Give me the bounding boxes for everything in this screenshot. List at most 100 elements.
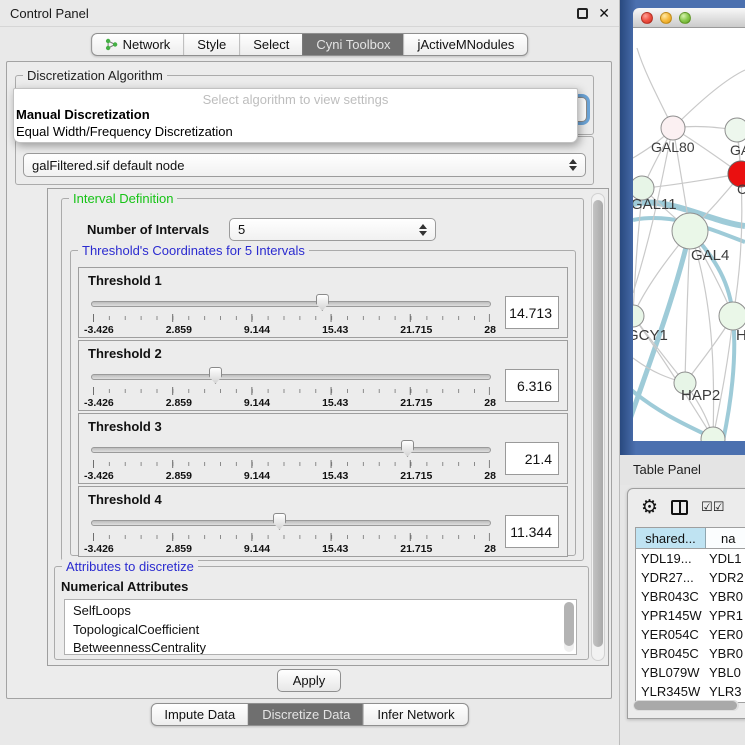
dropdown-option-manual-discretization[interactable]: Manual Discretization [14,107,577,124]
slider-ticks [93,314,490,322]
close-traffic-light-icon[interactable] [641,12,653,24]
network-canvas[interactable]: GAL80 GA C GAL11 GAL4 GCY1 H HAP2 [633,28,745,441]
network-view-window: GAL80 GA C GAL11 GAL4 GCY1 H HAP2 [620,0,745,455]
threshold-4-slider[interactable]: -3.4262.8599.14415.4321.71528 [91,514,491,556]
table-row[interactable]: YBR043CYBR0 [636,587,745,606]
tab-label: Cyni Toolbox [316,37,390,52]
tab-infer-network[interactable]: Infer Network [363,704,467,725]
threshold-1-panel: Threshold 1 -3.4262.8599.14415.4321.7152… [78,267,568,338]
close-icon[interactable]: ✕ [598,5,610,22]
settings-scroll-panel: Interval Definition Number of Intervals … [47,188,609,666]
minimize-traffic-light-icon[interactable] [660,12,672,24]
threshold-2-panel: Threshold 2 -3.4262.8599.14415.4321.7152… [78,340,568,411]
slider-track[interactable] [91,447,491,453]
control-panel-titlebar: Control Panel ✕ [0,0,619,27]
slider-tick-labels: -3.4262.8599.14415.4321.71528 [84,397,496,409]
slider-track[interactable] [91,301,491,307]
threshold-1-value[interactable]: 14.713 [505,296,559,329]
node-gal4 [672,213,708,249]
scrollbar-thumb[interactable] [593,200,603,647]
tab-impute-data[interactable]: Impute Data [151,704,248,725]
column-header-shared[interactable]: shared... [636,528,706,548]
table-row[interactable]: YPR145WYPR1 [636,606,745,625]
apply-button[interactable]: Apply [277,669,341,692]
table-data-group: Table Data galFiltered.sif default node [15,136,594,185]
slider-track[interactable] [91,520,491,526]
horizontal-scrollbar[interactable] [633,700,739,711]
tab-label: Infer Network [377,707,454,722]
threshold-3-value[interactable]: 21.4 [505,442,559,475]
node-top-right [725,118,745,142]
list-item[interactable]: BetweennessCentrality [73,639,576,655]
top-tab-bar: Network Style Select Cyni Toolbox jActiv… [91,33,529,56]
threshold-3-slider[interactable]: -3.4262.8599.14415.4321.71528 [91,441,491,483]
columns-icon[interactable] [671,500,688,515]
table-row[interactable]: YDL19...YDL1 [636,549,745,568]
tab-discretize-data[interactable]: Discretize Data [248,704,363,725]
list-item[interactable]: TopologicalCoefficient [73,621,576,640]
list-item[interactable]: SelfLoops [73,602,576,621]
vertical-scrollbar[interactable] [591,193,605,661]
list-scrollbar[interactable] [564,602,574,652]
checkbox-checked-icon[interactable]: ☑ [701,499,713,514]
combobox-value: galFiltered.sif default node [32,158,569,173]
threshold-label: Threshold 3 [88,419,162,434]
control-panel: Control Panel ✕ Network Style Select Cyn… [0,0,620,745]
tab-jactivemnodules[interactable]: jActiveMNodules [404,34,528,55]
checkbox-checked-icon[interactable]: ☑ [713,499,725,514]
threshold-1-slider[interactable]: -3.4262.8599.14415.4321.71528 [91,295,491,337]
scrollbar-thumb[interactable] [564,602,574,646]
table-row[interactable]: YBL079WYBL0 [636,663,745,682]
table-data-combobox[interactable]: galFiltered.sif default node [23,153,586,177]
group-title: Interval Definition [69,191,177,206]
slider-track[interactable] [91,374,491,380]
slider-thumb[interactable] [401,440,414,457]
threshold-label: Threshold 4 [88,492,162,507]
table-row[interactable]: YDR27...YDR2 [636,568,745,587]
table-header-row: shared... na [636,528,745,549]
table-toolbar: ⚙ ☑☑ [628,489,745,525]
cyni-toolbox-content: Discretization Algorithm Table Data galF… [6,61,612,699]
node-label: GCY1 [633,327,668,344]
table-row[interactable]: YBR045CYBR0 [636,644,745,663]
slider-tick-labels: -3.4262.8599.14415.4321.71528 [84,324,496,336]
num-intervals-combobox[interactable]: 5 [229,218,436,241]
dropdown-option-equal-width-frequency[interactable]: Equal Width/Frequency Discretization [14,124,577,141]
network-icon [105,38,118,51]
interval-definition-group: Interval Definition Number of Intervals … [61,198,584,561]
group-title: Attributes to discretize [62,559,198,574]
network-graph: GAL80 GA C GAL11 GAL4 GCY1 H HAP2 [633,28,745,441]
slider-thumb[interactable] [273,513,286,530]
node-gal80 [661,116,685,140]
slider-tick-labels: -3.4262.8599.14415.4321.71528 [84,470,496,482]
combobox-value: 5 [238,222,419,237]
tab-select[interactable]: Select [239,34,302,55]
panel-title: Control Panel [10,0,89,27]
slider-thumb[interactable] [209,367,222,384]
node-label: GAL4 [691,247,729,264]
tab-label: Impute Data [164,707,235,722]
slider-tick-labels: -3.4262.8599.14415.4321.71528 [84,543,496,555]
network-window-titlebar[interactable] [633,8,745,28]
node-label: GAL80 [651,139,695,155]
combobox-arrows-icon [419,224,427,236]
tab-style[interactable]: Style [183,34,239,55]
column-header-name[interactable]: na [706,528,745,548]
threshold-4-value[interactable]: 11.344 [505,515,559,548]
attributes-group: Attributes to discretize Numerical Attri… [54,566,589,660]
table-row[interactable]: YLR345WYLR3 [636,682,745,701]
scrollbar-thumb[interactable] [634,701,737,710]
slider-thumb[interactable] [316,294,329,311]
tab-cyni-toolbox[interactable]: Cyni Toolbox [302,34,403,55]
table-row[interactable]: YER054CYER0 [636,625,745,644]
tab-label: Network [123,37,171,52]
table-panel-window: ⚙ ☑☑ shared... na YDL19...YDL1 YDR27...Y… [627,488,745,719]
tab-network[interactable]: Network [92,34,184,55]
numerical-attributes-label: Numerical Attributes [61,579,188,594]
float-window-icon[interactable] [577,8,588,19]
gear-icon[interactable]: ⚙ [641,498,658,517]
threshold-2-value[interactable]: 6.316 [505,369,559,402]
node-label: H [736,327,745,344]
zoom-traffic-light-icon[interactable] [679,12,691,24]
threshold-2-slider[interactable]: -3.4262.8599.14415.4321.71528 [91,368,491,410]
